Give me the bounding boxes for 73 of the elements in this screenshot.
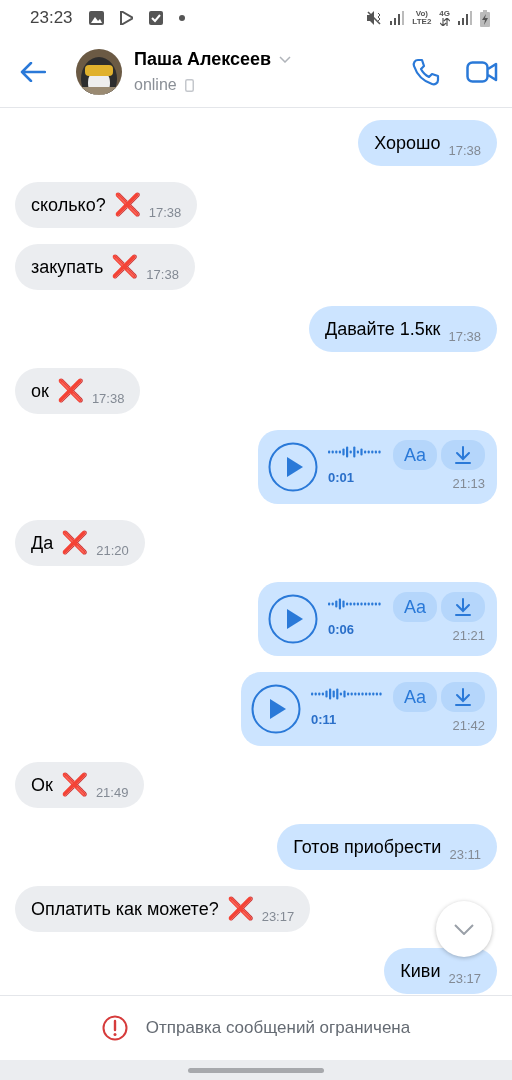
waveform-drawing [328, 598, 383, 611]
contact-name[interactable]: Паша Алексеев [134, 46, 272, 73]
cross-mark-emoji: ❌ [111, 256, 139, 278]
message-text: Давайте 1.5кк [325, 317, 441, 341]
message-text: Оплатить как можете? [31, 897, 219, 921]
online-status: online [134, 75, 177, 95]
cross-mark-emoji: ❌ [61, 532, 89, 554]
signal-icon [458, 11, 472, 25]
message-text: Хорошо [374, 131, 441, 155]
restriction-notice: Отправка сообщений ограничена [145, 1017, 411, 1040]
message-time: 17:38 [448, 327, 481, 346]
message-text: Киви [400, 959, 441, 983]
scroll-down-button[interactable] [436, 901, 492, 957]
play-button[interactable] [251, 684, 301, 734]
status-time: 23:23 [30, 7, 73, 30]
cross-mark-emoji: ❌ [60, 774, 88, 796]
message-time: 17:38 [91, 389, 125, 408]
warning-icon [101, 1015, 128, 1041]
play-button[interactable] [268, 442, 318, 492]
waveform-drawing [328, 446, 383, 459]
voice-duration: 0:11 [311, 711, 338, 730]
message-time: 21:21 [452, 627, 485, 646]
lte-label: LTE2 [412, 18, 432, 26]
data-arrows-icon [439, 18, 450, 26]
dot-icon [178, 15, 185, 21]
avatar [76, 48, 122, 95]
message-time: 23:17 [261, 907, 295, 926]
transcribe-button[interactable]: Aa [393, 440, 437, 471]
checkbox-icon [148, 11, 163, 25]
download-button[interactable] [441, 592, 485, 623]
home-indicator[interactable] [188, 1067, 324, 1073]
download-icon [455, 446, 471, 465]
gallery-icon [88, 11, 104, 25]
voice-duration: 0:06 [328, 621, 356, 640]
battery-icon [480, 9, 490, 27]
mute-vibrate-icon [366, 10, 383, 26]
message-time: 21:42 [452, 717, 485, 736]
download-icon [455, 688, 471, 707]
transcribe-button[interactable]: Aa [393, 682, 437, 713]
download-button[interactable] [441, 682, 485, 713]
message-text: Ок [31, 773, 53, 797]
message-time: 21:13 [452, 475, 485, 494]
video-camera-icon[interactable] [466, 60, 498, 83]
network-label: 4G [439, 10, 450, 18]
download-button[interactable] [441, 440, 485, 471]
message-time: 17:38 [146, 265, 179, 284]
chevron-down-icon [454, 923, 474, 935]
message-time: 21:20 [96, 541, 129, 560]
voice-duration: 0:01 [328, 469, 356, 488]
cross-mark-emoji: ❌ [226, 898, 254, 920]
cross-mark-emoji: ❌ [113, 194, 141, 216]
phone-device-icon [184, 78, 194, 92]
message-time: 21:49 [95, 783, 129, 802]
message-time: 17:38 [148, 203, 182, 222]
signal-icon [390, 11, 405, 25]
message-text: Готов приобрести [293, 835, 442, 859]
message-time: 23:11 [449, 845, 481, 864]
message-time: 23:17 [448, 969, 481, 988]
download-icon [455, 598, 471, 617]
play-store-icon [119, 11, 133, 25]
message-text: закупать [31, 255, 104, 279]
cross-mark-emoji: ❌ [56, 380, 84, 402]
message-time: 17:38 [448, 141, 481, 160]
volte-label: Vo) [415, 10, 428, 18]
phone-icon[interactable] [412, 57, 440, 86]
message-text: ок [31, 379, 49, 403]
transcribe-button[interactable]: Aa [393, 592, 437, 623]
waveform-drawing [311, 688, 383, 701]
back-arrow-icon[interactable] [20, 61, 46, 82]
play-button[interactable] [268, 594, 318, 644]
message-text: сколько? [31, 193, 106, 217]
chevron-down-icon[interactable] [279, 56, 292, 63]
message-text: Да [31, 531, 54, 555]
